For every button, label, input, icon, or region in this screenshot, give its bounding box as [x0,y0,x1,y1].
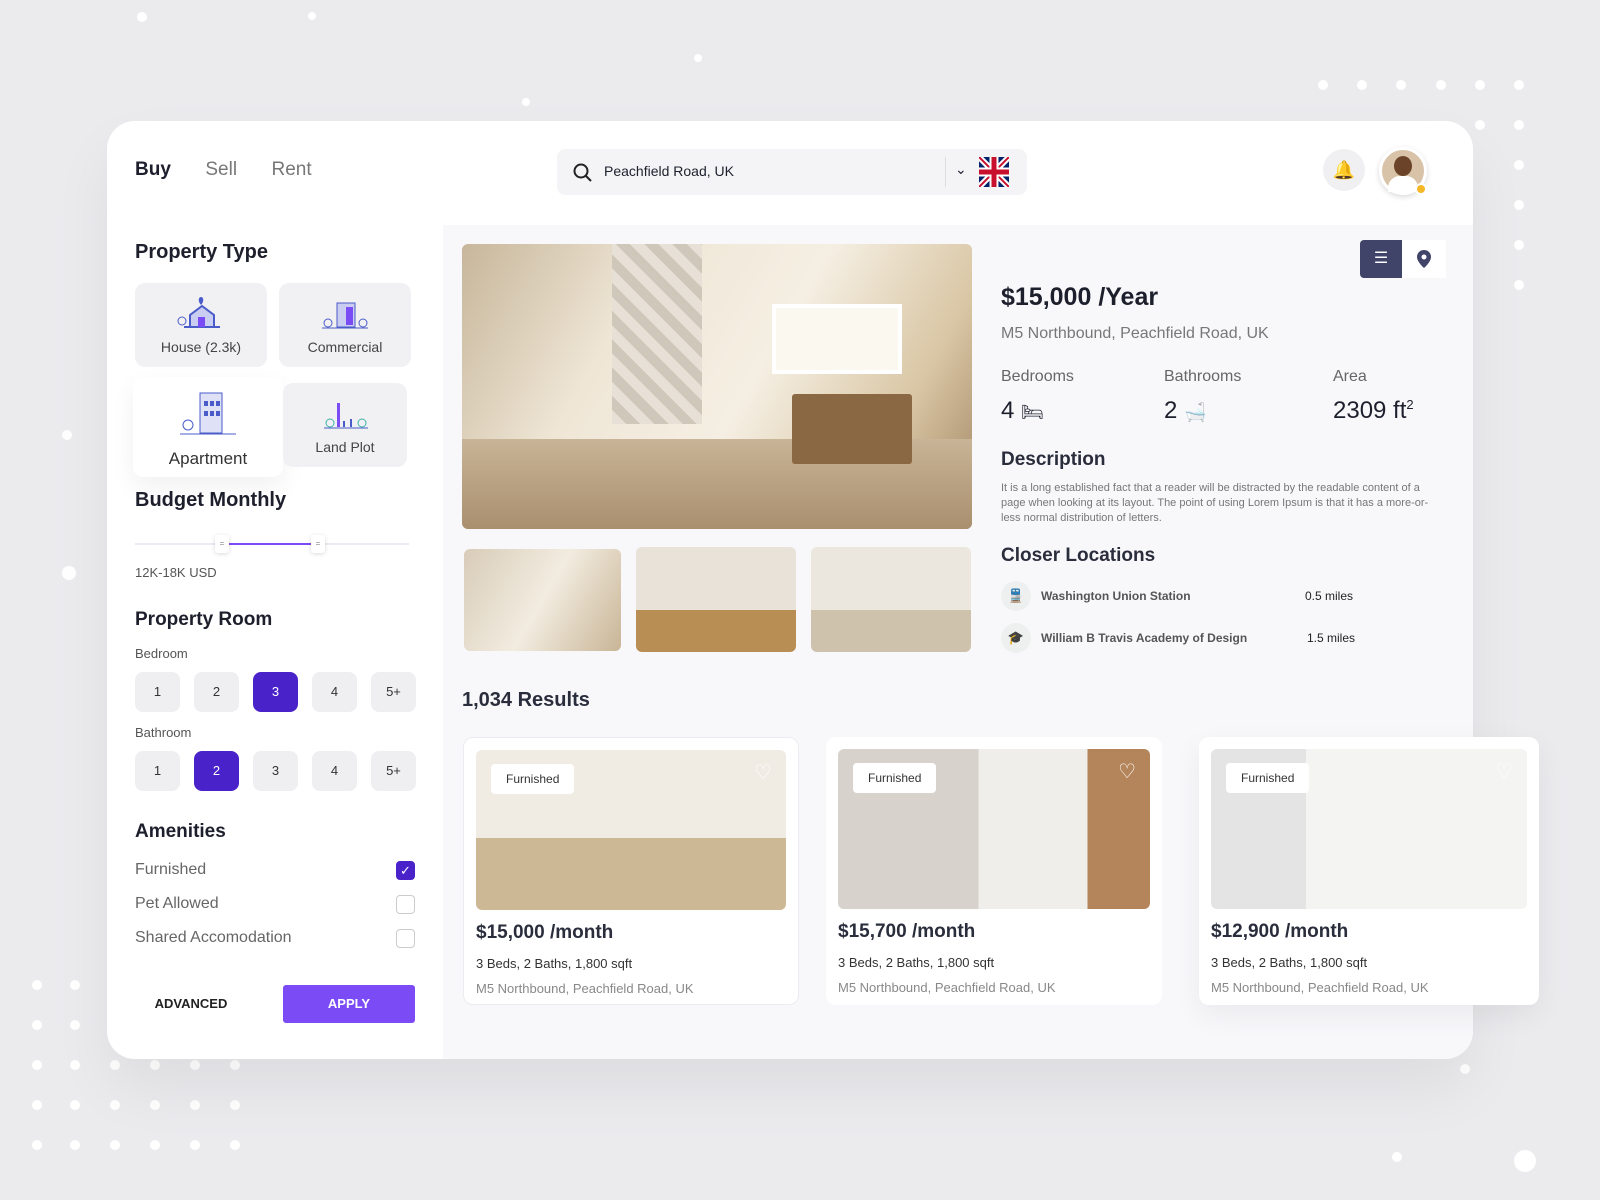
amenity-pet-allowed[interactable]: Pet Allowed [135,895,415,914]
bedroom-option-1[interactable]: 1 [135,672,180,712]
bell-icon[interactable]: 🔔 [1323,149,1365,191]
uk-flag-icon[interactable] [979,157,1009,187]
map-pin-icon[interactable] [1402,240,1446,278]
amenity-shared-accomodation[interactable]: Shared Accomodation [135,929,415,948]
result-photo: Furnished ♡ [1211,749,1527,909]
heart-icon[interactable]: ♡ [754,760,772,785]
search-bar[interactable]: Peachfield Road, UK ⌄ [557,149,1027,195]
avatar[interactable] [1379,147,1427,195]
checkbox-checked[interactable]: ✓ [396,861,415,880]
property-type-title: Property Type [135,241,268,263]
bathroom-option-3[interactable]: 3 [253,751,298,791]
type-apartment[interactable]: Apartment [133,377,283,477]
slider-handle-min[interactable]: = [215,535,229,553]
checkbox[interactable] [396,929,415,948]
amenity-furnished[interactable]: Furnished ✓ [135,861,415,880]
chevron-down-icon[interactable]: ⌄ [955,161,967,178]
bathrooms-label: Bathrooms [1164,368,1242,385]
type-house[interactable]: House (2.3k) [135,283,267,367]
description-title: Description [1001,449,1106,470]
bathroom-option-1[interactable]: 1 [135,751,180,791]
budget-value: 12K-18K USD [135,565,217,580]
tab-rent[interactable]: Rent [272,159,312,180]
list-view-icon[interactable]: ☰ [1360,240,1402,278]
slider-range [225,543,317,545]
type-commercial[interactable]: Commercial [279,283,411,367]
furnished-badge: Furnished [491,764,575,794]
commercial-icon [279,295,411,339]
bathroom-label: Bathroom [135,725,192,740]
status-dot [1415,183,1427,195]
heart-icon[interactable]: ♡ [1495,759,1513,784]
result-card[interactable]: Furnished ♡ $12,900 /month 3 Beds, 2 Bath… [1199,737,1539,1005]
type-land-plot[interactable]: Land Plot [283,383,407,467]
bedroom-option-2[interactable]: 2 [194,672,239,712]
search-icon [573,163,592,182]
budget-slider[interactable]: = = [135,535,409,553]
divider [945,157,946,187]
apartment-icon [133,389,283,449]
heart-icon[interactable]: ♡ [1118,759,1136,784]
result-photo: Furnished ♡ [838,749,1150,909]
bathroom-option-2[interactable]: 2 [194,751,239,791]
result-photo: Furnished ♡ [476,750,786,910]
thumbnail-1[interactable] [464,549,621,651]
closer-locations-title: Closer Locations [1001,545,1156,566]
bathtub-icon: 🛁 [1184,402,1207,422]
bed-icon: 🛏 [1021,402,1044,422]
budget-title: Budget Monthly [135,489,287,511]
furnished-badge: Furnished [853,763,937,793]
tab-buy[interactable]: Buy [135,159,171,180]
search-input[interactable]: Peachfield Road, UK [604,163,734,179]
checkbox[interactable] [396,895,415,914]
amenities-title: Amenities [135,821,226,842]
description-text: It is a long established fact that a rea… [1001,482,1429,524]
detail-address: M5 Northbound, Peachfield Road, UK [1001,325,1269,342]
bedroom-option-3[interactable]: 3 [253,672,298,712]
bedrooms-label: Bedrooms [1001,368,1074,385]
slider-handle-max[interactable]: = [311,535,325,553]
bathroom-option-5plus[interactable]: 5+ [371,751,416,791]
apply-button[interactable]: APPLY [283,985,415,1023]
detail-price: $15,000 /Year [1001,283,1159,311]
graduation-cap-icon: 🎓 [1001,623,1031,653]
land-plot-icon [283,395,407,439]
thumbnail-2[interactable] [636,547,796,652]
property-room-title: Property Room [135,609,273,630]
house-icon [135,295,267,339]
tab-sell[interactable]: Sell [205,159,237,180]
train-icon: 🚆 [1001,581,1031,611]
bathroom-option-4[interactable]: 4 [312,751,357,791]
results-count: 1,034 Results [462,689,590,711]
bathrooms-value: 2 🛁 [1164,397,1207,424]
main-property-photo[interactable] [462,244,972,529]
furnished-badge: Furnished [1226,763,1310,793]
bedroom-option-4[interactable]: 4 [312,672,357,712]
area-value: 2309 ft2 [1333,397,1414,424]
bedrooms-value: 4 🛏 [1001,397,1044,424]
area-label: Area [1333,368,1367,385]
advanced-button[interactable]: ADVANCED [135,985,247,1023]
result-card[interactable]: Furnished ♡ $15,700 /month 3 Beds, 2 Bath… [826,737,1162,1005]
result-card[interactable]: Furnished ♡ $15,000 /month 3 Beds, 2 Bath… [463,737,799,1005]
nav-tabs: Buy Sell Rent [135,159,342,181]
bedroom-label: Bedroom [135,646,188,661]
thumbnail-3[interactable] [811,547,971,652]
bedroom-option-5plus[interactable]: 5+ [371,672,416,712]
